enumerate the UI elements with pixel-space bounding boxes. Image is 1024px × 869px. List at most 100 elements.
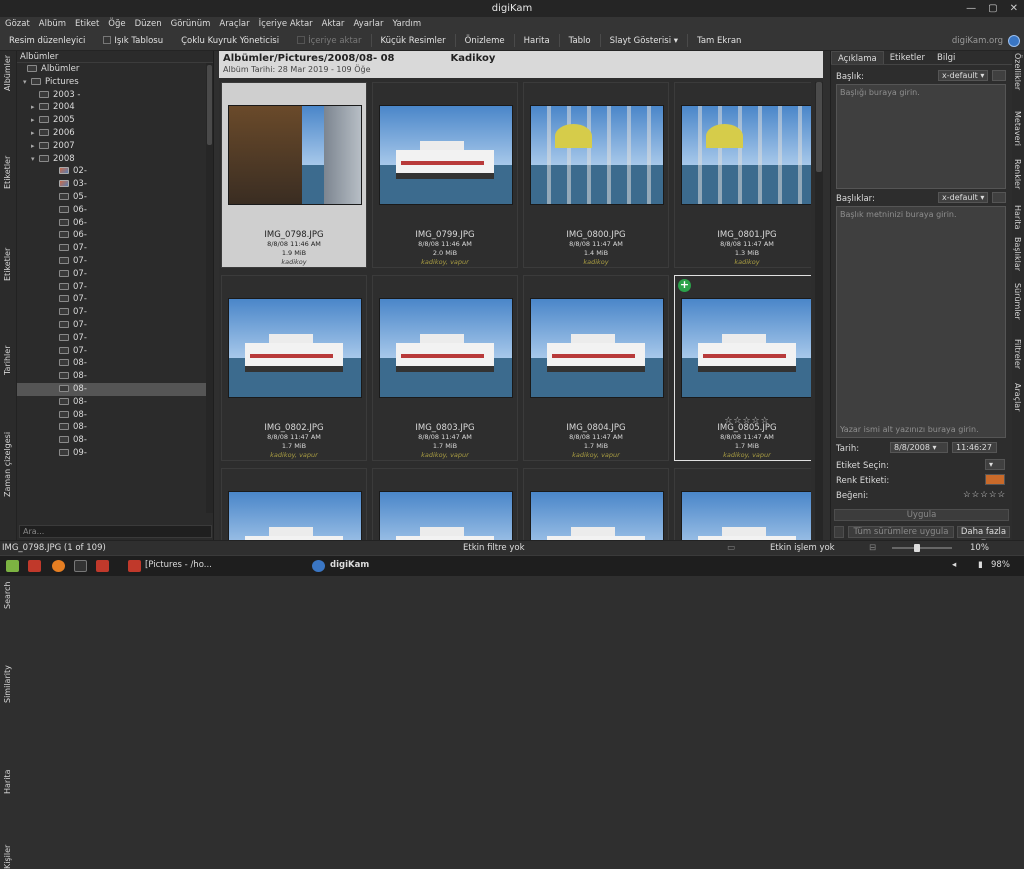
collapse-arrow-icon[interactable]: ▾ (23, 76, 31, 89)
tab-dates[interactable]: Tarihler (0, 195, 17, 375)
zoom-slider[interactable] (892, 544, 952, 552)
photo-thumbnail[interactable] (228, 105, 362, 205)
maximize-icon[interactable]: ▢ (988, 0, 997, 17)
thumbnail-scrollbar[interactable] (815, 82, 823, 540)
tree-item-year[interactable]: ▸ 2005 (17, 114, 213, 127)
expand-arrow-icon[interactable]: ▸ (31, 127, 39, 140)
tree-item-album[interactable]: 03- (17, 178, 213, 191)
firefox-icon[interactable] (52, 560, 65, 572)
rating-stars[interactable]: ☆☆☆☆☆ (963, 490, 1006, 500)
zoom-slider-handle[interactable] (914, 544, 920, 552)
tree-item-album[interactable]: 08- (17, 434, 213, 447)
menu-item[interactable]: Öğe (108, 17, 125, 31)
task-digikam-icon[interactable] (312, 560, 325, 572)
batch-queue-button[interactable]: Çoklu Kuyruk Yöneticisi (172, 32, 288, 50)
task-files[interactable]: [Pictures - /ho... (145, 560, 212, 570)
tab-map[interactable]: Harita (0, 407, 17, 794)
files-icon[interactable] (96, 560, 109, 572)
tab-people[interactable]: Kişiler (0, 445, 17, 869)
tree-item-album[interactable]: 07- (17, 242, 213, 255)
photo-thumbnail[interactable] (530, 298, 664, 398)
task-digikam[interactable]: digiKam (330, 560, 369, 570)
status-filter[interactable]: Etkin filtre yok (463, 541, 525, 555)
thumbnail-item[interactable]: IMG_0801.JPG 8/8/08 11:47 AM 1.3 MiB kadiko… (674, 82, 811, 268)
photo-thumbnail[interactable] (681, 298, 811, 398)
caption-textarea[interactable]: Başlık metninizi buraya girin. Yazar ismi… (836, 206, 1006, 438)
map-button[interactable]: Harita (515, 32, 559, 50)
thumbnail-item[interactable] (372, 468, 518, 540)
menu-tools[interactable]: Araçlar (219, 17, 249, 31)
tree-item-album[interactable]: 05- (17, 191, 213, 204)
thumbnail-item[interactable] (674, 468, 811, 540)
title-textarea[interactable]: Başlığı buraya girin. (836, 84, 1006, 189)
photo-thumbnail[interactable] (379, 298, 513, 398)
folder-icon[interactable] (28, 560, 41, 572)
caption-clear-icon[interactable] (992, 192, 1006, 203)
thumbnail-item[interactable] (523, 468, 669, 540)
right-tab-4[interactable]: Başlıklar (1012, 237, 1024, 279)
tab-labels[interactable]: Etiketler (0, 147, 17, 281)
menu-export[interactable]: Aktar (322, 17, 345, 31)
slideshow-button[interactable]: Slayt Gösterisi ▾ (601, 32, 687, 50)
menu-help[interactable]: Yardım (392, 17, 421, 31)
tree-item-year[interactable]: ▾ 2008 (17, 153, 213, 166)
thumbnail-item[interactable]: + ☆☆☆☆☆ IMG_0805.JPG 8/8/08 11:47 AM 1.7 MiB… (674, 275, 811, 461)
image-editor-button[interactable]: Resim düzenleyici (0, 32, 94, 50)
tree-item-album[interactable]: 08- (17, 382, 213, 396)
trash-icon[interactable]: ▭ (727, 541, 735, 555)
thumbnails-button[interactable]: Küçük Resimler (372, 32, 455, 50)
terminal-icon[interactable] (74, 560, 87, 572)
thumbnail-item[interactable]: IMG_0799.JPG 8/8/08 11:46 AM 2.0 MiB kadiko… (372, 82, 518, 268)
right-tab-6[interactable]: Filtreler (1012, 339, 1024, 379)
apply-all-checkbox[interactable] (834, 526, 844, 538)
apply-button[interactable]: Uygula (834, 509, 1009, 521)
date-input[interactable]: 8/8/2008 ▾ (890, 442, 948, 453)
scrollbar-thumb[interactable] (816, 82, 822, 172)
expand-arrow-icon[interactable]: ▸ (31, 114, 39, 127)
import-button[interactable]: İçeriye aktar (288, 32, 370, 50)
more-button[interactable]: Daha fazla ▾ (957, 526, 1010, 547)
tree-item-album[interactable]: 07- (17, 281, 213, 294)
collapse-arrow-icon[interactable]: ▾ (31, 153, 39, 166)
tree-item-album[interactable]: 08- (17, 396, 213, 409)
photo-thumbnail[interactable] (379, 491, 513, 540)
menu-album[interactable]: Albüm (39, 17, 66, 31)
color-label-select[interactable] (985, 474, 1005, 485)
tree-item-album[interactable]: 08- (17, 409, 213, 422)
tree-item-album[interactable]: 07- (17, 319, 213, 332)
thumbnail-item[interactable]: IMG_0802.JPG 8/8/08 11:47 AM 1.7 MiB kadiko… (221, 275, 367, 461)
tab-right-tags[interactable]: Etiketler (884, 51, 931, 64)
scrollbar-thumb[interactable] (207, 65, 212, 145)
expand-arrow-icon[interactable]: ▸ (31, 101, 39, 114)
task-files-icon[interactable] (128, 560, 141, 572)
close-icon[interactable]: ✕ (1010, 0, 1018, 17)
volume-icon[interactable]: ◂ (952, 560, 956, 570)
tree-item-album[interactable]: 07- (17, 268, 213, 281)
title-lang-select[interactable]: x-default ▾ (938, 70, 988, 81)
tree-item-album[interactable]: 02- (17, 165, 213, 178)
tab-search[interactable]: Search (0, 313, 17, 609)
tab-info[interactable]: Bilgi (931, 51, 961, 64)
tree-item-album[interactable]: 07- (17, 255, 213, 268)
light-table-button[interactable]: Işık Tablosu (94, 32, 172, 50)
tree-item-album[interactable]: 07- (17, 306, 213, 319)
menu-import[interactable]: İçeriye Aktar (259, 17, 313, 31)
thumbnail-item[interactable]: IMG_0798.JPG 8/8/08 11:46 AM 1.9 MiB kadiko… (221, 82, 367, 268)
tree-item-year[interactable]: 2003 - (17, 89, 213, 102)
photo-thumbnail[interactable] (530, 491, 664, 540)
menu-view[interactable]: Görünüm (171, 17, 211, 31)
add-to-selection-icon[interactable]: + (678, 279, 691, 292)
photo-thumbnail[interactable] (681, 105, 811, 205)
tab-tags[interactable]: Etiketler (0, 97, 17, 189)
photo-thumbnail[interactable] (530, 105, 664, 205)
tree-item-album[interactable]: 08- (17, 421, 213, 434)
photo-thumbnail[interactable] (228, 298, 362, 398)
right-tab-0[interactable]: Özellikler (1012, 53, 1024, 107)
menu-edit[interactable]: Düzen (135, 17, 162, 31)
tree-item-album[interactable]: 08- (17, 370, 213, 383)
photo-thumbnail[interactable] (379, 105, 513, 205)
tab-timeline[interactable]: Zaman çizelgesi (0, 239, 17, 497)
album-tree-scrollbar[interactable] (206, 63, 213, 513)
thumbnail-item[interactable]: IMG_0800.JPG 8/8/08 11:47 AM 1.4 MiB kadiko… (523, 82, 669, 268)
tree-item-album[interactable]: 07- (17, 332, 213, 345)
